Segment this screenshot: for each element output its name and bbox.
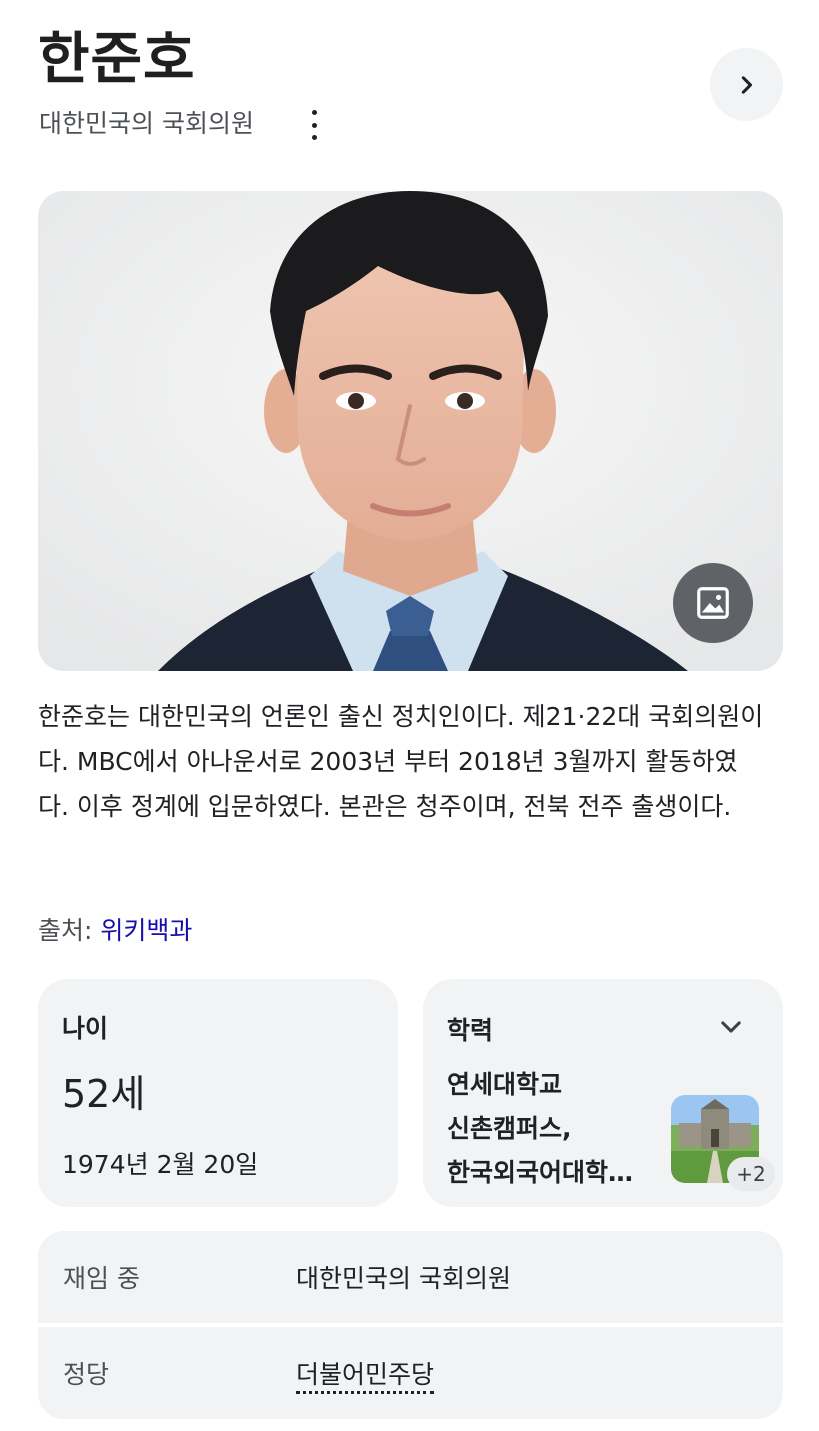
view-images-button[interactable] [673, 563, 753, 643]
image-icon [697, 587, 729, 619]
more-options-button[interactable] [302, 110, 326, 140]
chevron-right-icon [741, 75, 752, 94]
source-line: 출처: 위키백과 [38, 908, 192, 954]
more-count-badge: +2 [727, 1157, 775, 1191]
portrait-image[interactable] [38, 191, 783, 671]
next-button[interactable] [710, 48, 783, 121]
education-line: 신촌캠퍼스, [447, 1114, 572, 1143]
education-card[interactable]: 학력 연세대학교 신촌캠퍼스, 한국외국어대학… +2 [423, 979, 783, 1207]
portrait-illustration [38, 191, 783, 671]
info-row-value: 더불어민주당 [296, 1355, 435, 1394]
age-card[interactable]: 나이 52세 1974년 2월 20일 [38, 979, 398, 1207]
education-line: 연세대학교 [447, 1070, 563, 1099]
info-row-label: 재임 중 [63, 1264, 140, 1293]
education-list: 연세대학교 신촌캠퍼스, 한국외국어대학… [447, 1063, 667, 1195]
page-title: 한준호 [38, 27, 196, 92]
more-vert-icon-dot [311, 122, 317, 128]
source-prefix: 출처: [38, 916, 101, 945]
party-link[interactable]: 더불어민주당 [296, 1360, 435, 1394]
education-line: 한국외국어대학… [447, 1158, 634, 1187]
chevron-down-icon[interactable] [717, 1013, 745, 1041]
info-row-party[interactable]: 정당 더불어민주당 [38, 1327, 783, 1419]
age-value: 52세 [62, 1072, 146, 1116]
education-label: 학력 [447, 1016, 494, 1045]
source-link[interactable]: 위키백과 [100, 916, 192, 945]
page-subtitle: 대한민국의 국회의원 [39, 109, 254, 138]
more-vert-icon-dot [311, 110, 317, 115]
age-label: 나이 [62, 1014, 109, 1043]
birthdate: 1974년 2월 20일 [62, 1150, 259, 1179]
description-text: 한준호는 대한민국의 언론인 출신 정치인이다. 제21·22대 국회의원이다.… [38, 702, 764, 821]
info-row-label: 정당 [63, 1360, 110, 1389]
info-row-incumbent[interactable]: 재임 중 대한민국의 국회의원 [38, 1231, 783, 1323]
info-row-value: 대한민국의 국회의원 [296, 1264, 511, 1293]
more-vert-icon-dot [311, 135, 317, 140]
info-table: 재임 중 대한민국의 국회의원 정당 더불어민주당 [38, 1231, 783, 1419]
